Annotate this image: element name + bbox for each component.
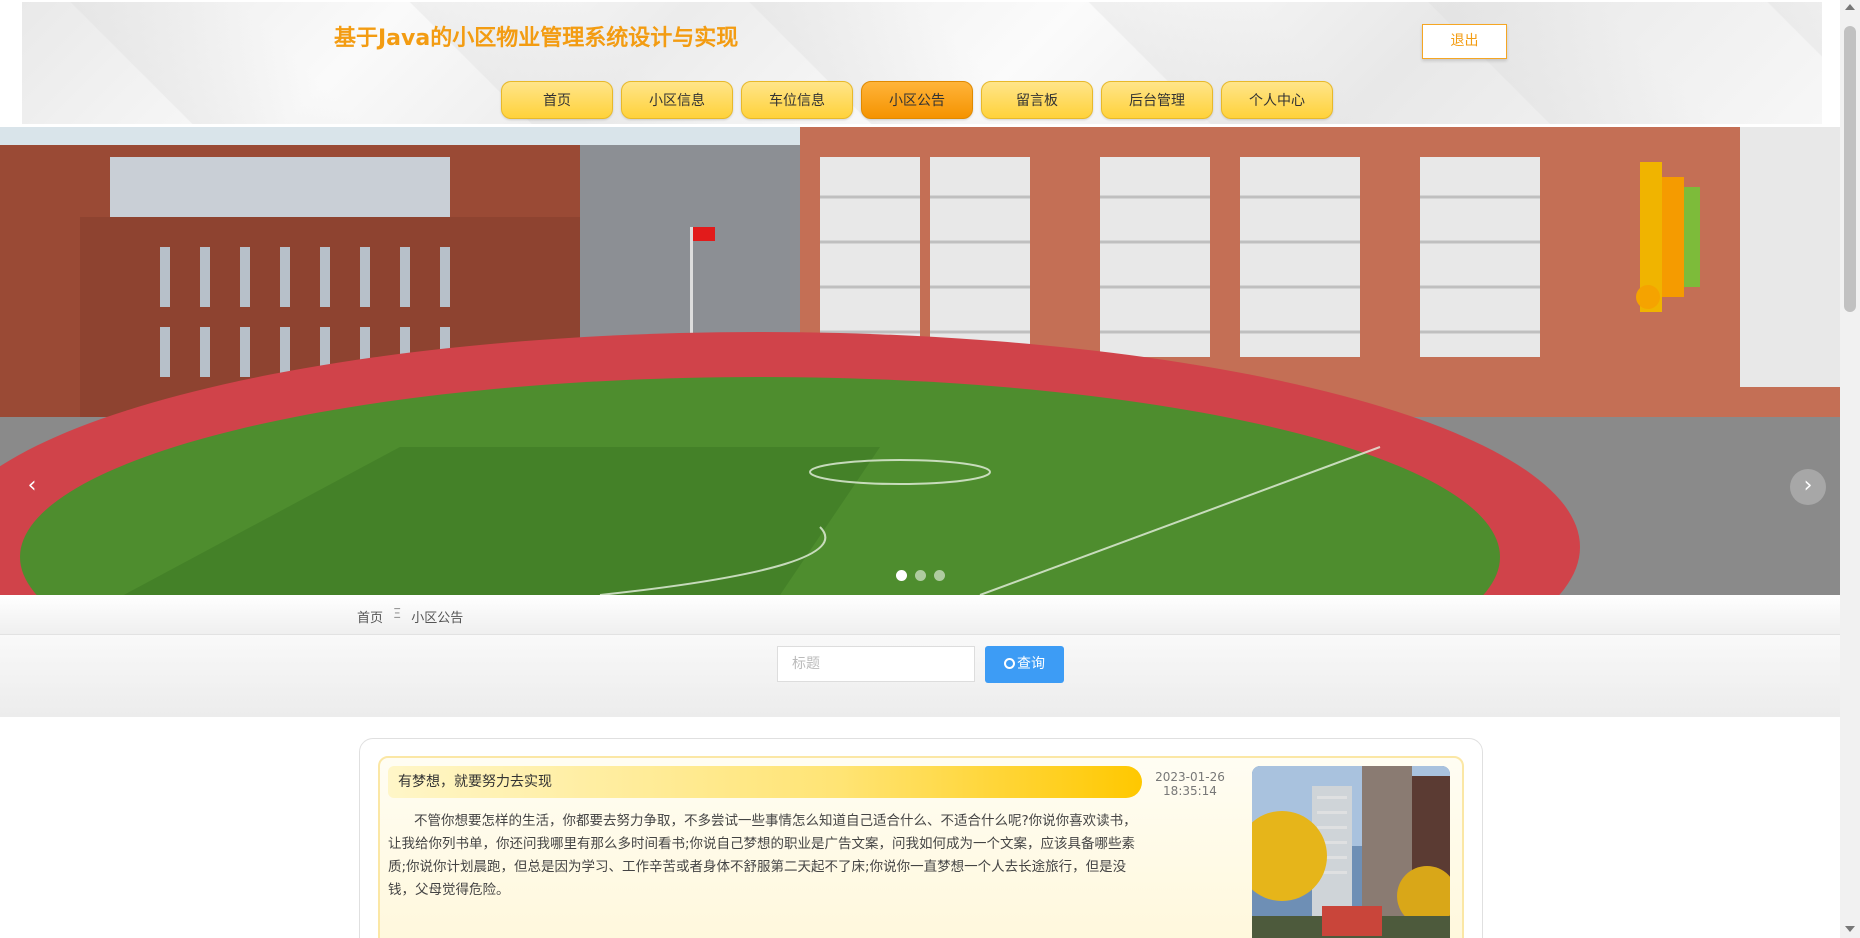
breadcrumb-bar: 首页 Ξ 小区公告 — [0, 595, 1840, 635]
header: 基于Java的小区物业管理系统设计与实现 退出 首页 小区信息 车位信息 小区公… — [22, 2, 1822, 124]
notice-date: 2023-01-26 18:35:14 — [1145, 770, 1235, 798]
search-icon — [1004, 658, 1015, 669]
carousel-prev-button[interactable]: ‹ — [14, 469, 50, 505]
notice-body: 不管你想要怎样的生活，你都要去努力争取，不多尝试一些事情怎么知道自己适合什么、不… — [388, 813, 1137, 898]
notice-image[interactable] — [1252, 766, 1450, 938]
notice-title[interactable]: 有梦想，就要努力去实现 — [388, 766, 1142, 798]
nav-item-message-board[interactable]: 留言板 — [981, 81, 1093, 119]
banner-carousel: ‹ › — [0, 127, 1840, 595]
nav-item-community-info[interactable]: 小区信息 — [621, 81, 733, 119]
scrollbar-thumb[interactable] — [1844, 26, 1856, 312]
carousel-dot-3[interactable] — [934, 570, 945, 581]
title-search-input[interactable] — [777, 646, 975, 682]
notice-date-day: 2023-01-26 — [1155, 770, 1225, 784]
search-button-label: 查询 — [1017, 656, 1045, 672]
notice-list: 有梦想，就要努力去实现 2023-01-26 18:35:14 不管你想要怎样的… — [359, 738, 1483, 938]
nav-item-parking-info[interactable]: 车位信息 — [741, 81, 853, 119]
notice-card[interactable]: 有梦想，就要努力去实现 2023-01-26 18:35:14 不管你想要怎样的… — [378, 756, 1464, 938]
breadcrumb-separator-icon: Ξ — [393, 607, 402, 622]
page-scrollbar[interactable] — [1840, 0, 1860, 938]
notice-date-time: 18:35:14 — [1163, 784, 1217, 798]
carousel-dot-1[interactable] — [896, 570, 907, 581]
banner-image — [0, 127, 1840, 595]
nav-item-admin[interactable]: 后台管理 — [1101, 81, 1213, 119]
page: 基于Java的小区物业管理系统设计与实现 退出 首页 小区信息 车位信息 小区公… — [0, 0, 1840, 938]
search-bar: 查询 — [0, 635, 1840, 717]
breadcrumb-home[interactable]: 首页 — [357, 607, 383, 626]
breadcrumb: 首页 Ξ 小区公告 — [357, 607, 463, 626]
scroll-up-icon[interactable] — [1845, 4, 1855, 10]
carousel-dot-2[interactable] — [915, 570, 926, 581]
search-button[interactable]: 查询 — [985, 646, 1064, 683]
nav-item-profile[interactable]: 个人中心 — [1221, 81, 1333, 119]
scroll-down-icon[interactable] — [1845, 926, 1855, 932]
nav-item-announcements[interactable]: 小区公告 — [861, 81, 973, 119]
breadcrumb-current: 小区公告 — [411, 611, 464, 626]
logout-button[interactable]: 退出 — [1422, 24, 1507, 59]
site-title: 基于Java的小区物业管理系统设计与实现 — [334, 26, 739, 51]
carousel-indicators — [896, 570, 945, 581]
main-nav: 首页 小区信息 车位信息 小区公告 留言板 后台管理 个人中心 — [501, 81, 1333, 119]
carousel-next-button[interactable]: › — [1790, 469, 1826, 505]
nav-item-home[interactable]: 首页 — [501, 81, 613, 119]
